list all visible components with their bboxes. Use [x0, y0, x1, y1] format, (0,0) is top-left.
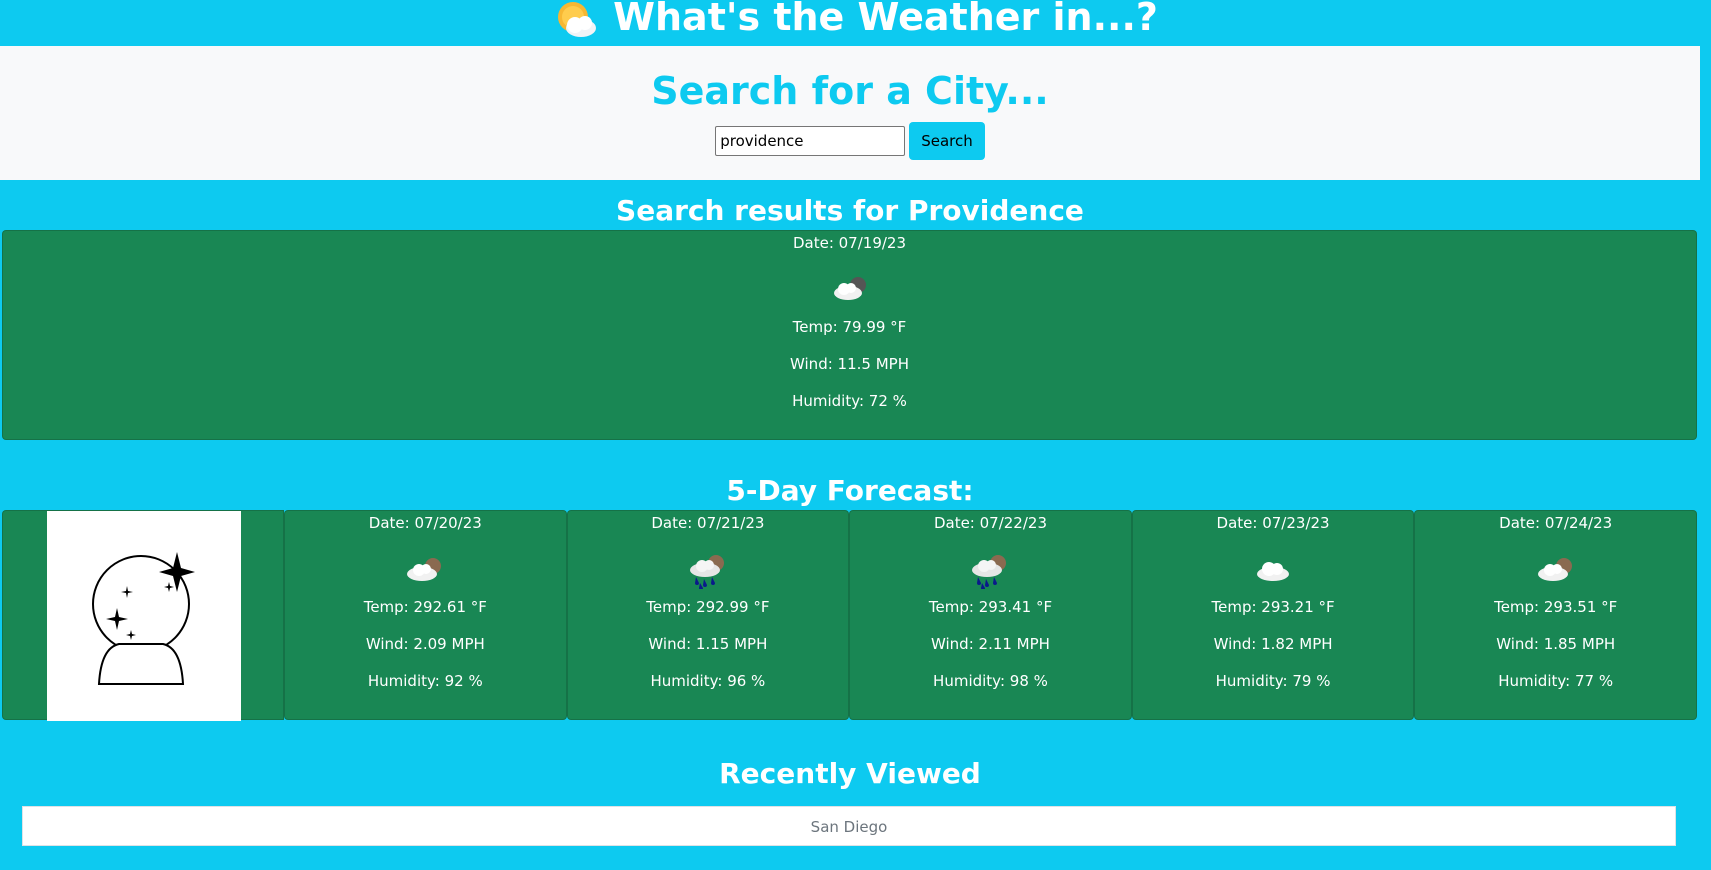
- cloud-partial-icon: [1537, 558, 1572, 581]
- forecast-temp: Temp: 293.51 °F: [1494, 598, 1618, 616]
- forecast-row: Date: 07/20/23 Temp: 292.61 °F Wind: 2.0…: [2, 510, 1697, 721]
- forecast-wind: Wind: 1.82 MPH: [1213, 635, 1333, 653]
- recent-list: San Diego: [22, 806, 1676, 846]
- cloud-moon-icon: [833, 277, 866, 300]
- forecast-temp: Temp: 293.41 °F: [928, 598, 1053, 616]
- forecast-placeholder-card: [2, 510, 284, 721]
- forecast-wind: Wind: 2.09 MPH: [365, 635, 485, 653]
- recent-item-san-diego[interactable]: San Diego: [22, 806, 1676, 846]
- forecast-card-day-3: Date: 07/22/23 Temp: 293.41 °F Wind: 2.1…: [849, 510, 1132, 720]
- current-temp: Temp: 79.99 °F: [792, 318, 907, 336]
- forecast-humidity: Humidity: 79 %: [1215, 672, 1331, 690]
- app-header: What's the Weather in...?: [0, 0, 1711, 40]
- current-weather-card: Date: 07/19/23 Temp: 79.99 °F Wind: 11.5…: [2, 230, 1697, 440]
- rain-cloud-icon: [689, 555, 724, 589]
- search-button[interactable]: Search: [909, 122, 985, 160]
- cloud-icon: [1257, 562, 1290, 581]
- forecast-card-day-4: Date: 07/23/23 Temp: 293.21 °F Wind: 1.8…: [1131, 510, 1415, 720]
- forecast-date: Date: 07/20/23: [368, 514, 482, 532]
- search-title: Search for a City...: [651, 69, 1049, 113]
- forecast-humidity: Humidity: 98 %: [933, 672, 1048, 690]
- current-date: Date: 07/19/23: [792, 234, 907, 252]
- rain-cloud-icon: [972, 555, 1007, 589]
- forecast-temp: Temp: 292.61 °F: [363, 598, 487, 616]
- results-title: Search results for Providence: [616, 194, 1084, 227]
- search-panel: Search for a City... Search: [0, 46, 1700, 180]
- forecast-humidity: Humidity: 77 %: [1498, 672, 1614, 690]
- forecast-card-day-5: Date: 07/24/23 Temp: 293.51 °F Wind: 1.8…: [1414, 510, 1697, 720]
- forecast-wind: Wind: 2.11 MPH: [931, 635, 1050, 653]
- forecast-card-day-1: Date: 07/20/23 Temp: 292.61 °F Wind: 2.0…: [284, 510, 567, 720]
- forecast-date: Date: 07/21/23: [651, 514, 765, 532]
- forecast-temp: Temp: 292.99 °F: [646, 598, 770, 616]
- forecast-wind: Wind: 1.15 MPH: [648, 635, 768, 653]
- forecast-title: 5-Day Forecast:: [726, 474, 974, 507]
- current-humidity: Humidity: 72 %: [792, 392, 907, 410]
- crystal-ball-icon: [92, 552, 195, 685]
- forecast-humidity: Humidity: 92 %: [367, 672, 483, 690]
- crystal-ball-panel: [47, 511, 241, 721]
- app-title: What's the Weather in...?: [613, 0, 1158, 39]
- city-search-input[interactable]: [715, 126, 906, 156]
- forecast-date: Date: 07/22/23: [933, 514, 1047, 532]
- forecast-wind: Wind: 1.85 MPH: [1496, 635, 1616, 653]
- forecast-date: Date: 07/23/23: [1216, 514, 1330, 532]
- recent-title: Recently Viewed: [719, 757, 981, 790]
- forecast-temp: Temp: 293.21 °F: [1211, 598, 1335, 616]
- sun-behind-cloud-icon: [553, 0, 599, 39]
- forecast-date: Date: 07/24/23: [1499, 514, 1613, 532]
- current-wind: Wind: 11.5 MPH: [790, 355, 909, 373]
- forecast-card-day-2: Date: 07/21/23 Temp: 292.99 °F Wind: 1.1…: [566, 510, 850, 720]
- search-row: Search: [715, 122, 985, 160]
- cloud-partial-icon: [407, 558, 442, 581]
- forecast-humidity: Humidity: 96 %: [650, 672, 766, 690]
